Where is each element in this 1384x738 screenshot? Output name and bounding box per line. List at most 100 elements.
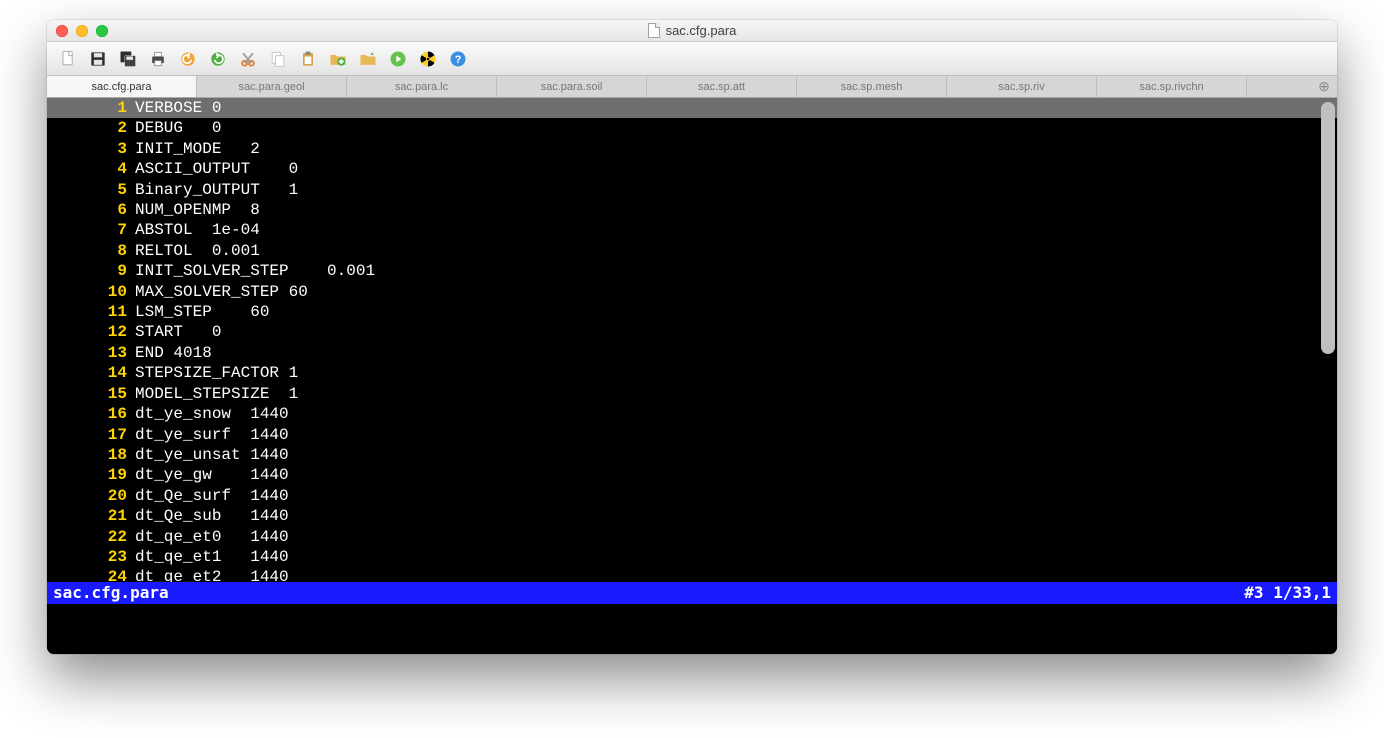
svg-text:?: ? (455, 54, 462, 66)
code-line[interactable]: 11LSM_STEP 60 (47, 302, 1337, 322)
code-area[interactable]: 1VERBOSE 02DEBUG 03INIT_MODE 24ASCII_OUT… (47, 98, 1337, 582)
code-line[interactable]: 12START 0 (47, 322, 1337, 342)
tab-sac-para-lc[interactable]: sac.para.lc (347, 76, 497, 97)
undo-icon[interactable] (175, 46, 201, 72)
tab-sac-para-geol[interactable]: sac.para.geol (197, 76, 347, 97)
code-line[interactable]: 18dt_ye_unsat 1440 (47, 445, 1337, 465)
editor: 1VERBOSE 02DEBUG 03INIT_MODE 24ASCII_OUT… (47, 98, 1337, 654)
tab-sac-cfg-para[interactable]: sac.cfg.para (47, 76, 197, 97)
titlebar[interactable]: sac.cfg.para (47, 20, 1337, 42)
code-line[interactable]: 13END 4018 (47, 343, 1337, 363)
code-line[interactable]: 21dt_Qe_sub 1440 (47, 506, 1337, 526)
line-text: dt_qe_et1 1440 (135, 547, 289, 567)
line-text: RELTOL 0.001 (135, 241, 260, 261)
new-tab-button[interactable]: ⊕ (1311, 76, 1337, 97)
code-line[interactable]: 23dt_qe_et1 1440 (47, 547, 1337, 567)
line-number: 4 (47, 159, 135, 179)
line-number: 3 (47, 139, 135, 159)
line-text: dt_qe_et0 1440 (135, 527, 289, 547)
line-text: NUM_OPENMP 8 (135, 200, 260, 220)
save-all-icon[interactable] (115, 46, 141, 72)
line-number: 12 (47, 322, 135, 342)
code-line[interactable]: 16dt_ye_snow 1440 (47, 404, 1337, 424)
new-folder-icon[interactable] (355, 46, 381, 72)
line-number: 21 (47, 506, 135, 526)
redo-icon[interactable] (205, 46, 231, 72)
code-line[interactable]: 5Binary_OUTPUT 1 (47, 180, 1337, 200)
tab-sac-para-soil[interactable]: sac.para.soil (497, 76, 647, 97)
window-title: sac.cfg.para (47, 23, 1337, 38)
line-number: 18 (47, 445, 135, 465)
print-icon[interactable] (145, 46, 171, 72)
code-line[interactable]: 20dt_Qe_surf 1440 (47, 486, 1337, 506)
line-text: VERBOSE 0 (135, 98, 221, 118)
line-text: ABSTOL 1e-04 (135, 220, 260, 240)
code-line[interactable]: 22dt_qe_et0 1440 (47, 527, 1337, 547)
line-text: dt_Qe_sub 1440 (135, 506, 289, 526)
line-number: 10 (47, 282, 135, 302)
code-line[interactable]: 7ABSTOL 1e-04 (47, 220, 1337, 240)
line-number: 6 (47, 200, 135, 220)
tab-sac-sp-mesh[interactable]: sac.sp.mesh (797, 76, 947, 97)
line-text: MODEL_STEPSIZE 1 (135, 384, 298, 404)
line-number: 24 (47, 567, 135, 582)
line-text: END 4018 (135, 343, 212, 363)
scroll-thumb[interactable] (1321, 102, 1335, 354)
tab-strip: sac.cfg.parasac.para.geolsac.para.lcsac.… (47, 76, 1337, 98)
line-text: MAX_SOLVER_STEP 60 (135, 282, 308, 302)
code-line[interactable]: 6NUM_OPENMP 8 (47, 200, 1337, 220)
tab-sac-sp-rivchn[interactable]: sac.sp.rivchn (1097, 76, 1247, 97)
line-number: 17 (47, 425, 135, 445)
line-text: INIT_MODE 2 (135, 139, 260, 159)
line-number: 2 (47, 118, 135, 138)
code-line[interactable]: 14STEPSIZE_FACTOR 1 (47, 363, 1337, 383)
code-line[interactable]: 3INIT_MODE 2 (47, 139, 1337, 159)
code-line[interactable]: 10MAX_SOLVER_STEP 60 (47, 282, 1337, 302)
minimize-icon[interactable] (76, 25, 88, 37)
status-position: #3 1/33,1 (1244, 583, 1331, 603)
radiation-icon[interactable] (415, 46, 441, 72)
copy-icon[interactable] (265, 46, 291, 72)
code-line[interactable]: 4ASCII_OUTPUT 0 (47, 159, 1337, 179)
line-number: 9 (47, 261, 135, 281)
code-line[interactable]: 1VERBOSE 0 (47, 98, 1337, 118)
save-icon[interactable] (85, 46, 111, 72)
line-text: STEPSIZE_FACTOR 1 (135, 363, 298, 383)
line-text: LSM_STEP 60 (135, 302, 269, 322)
paste-icon[interactable] (295, 46, 321, 72)
line-text: DEBUG 0 (135, 118, 221, 138)
code-line[interactable]: 8RELTOL 0.001 (47, 241, 1337, 261)
line-text: dt_ye_gw 1440 (135, 465, 289, 485)
window-controls (47, 25, 108, 37)
close-icon[interactable] (56, 25, 68, 37)
line-number: 11 (47, 302, 135, 322)
tab-sac-sp-riv[interactable]: sac.sp.riv (947, 76, 1097, 97)
code-line[interactable]: 9INIT_SOLVER_STEP 0.001 (47, 261, 1337, 281)
run-icon[interactable] (385, 46, 411, 72)
line-number: 22 (47, 527, 135, 547)
code-line[interactable]: 2DEBUG 0 (47, 118, 1337, 138)
line-number: 7 (47, 220, 135, 240)
cut-icon[interactable] (235, 46, 261, 72)
open-folder-icon[interactable] (325, 46, 351, 72)
code-line[interactable]: 19dt_ye_gw 1440 (47, 465, 1337, 485)
tab-sac-sp-att[interactable]: sac.sp.att (647, 76, 797, 97)
code-line[interactable]: 15MODEL_STEPSIZE 1 (47, 384, 1337, 404)
line-text: dt_ye_unsat 1440 (135, 445, 289, 465)
vertical-scrollbar[interactable] (1321, 102, 1335, 560)
new-file-icon[interactable] (55, 46, 81, 72)
zoom-icon[interactable] (96, 25, 108, 37)
line-number: 5 (47, 180, 135, 200)
line-number: 19 (47, 465, 135, 485)
line-text: dt_ye_snow 1440 (135, 404, 289, 424)
line-number: 1 (47, 98, 135, 118)
code-line[interactable]: 17dt_ye_surf 1440 (47, 425, 1337, 445)
status-filename: sac.cfg.para (53, 583, 169, 603)
editor-empty-area (47, 604, 1337, 654)
line-number: 8 (47, 241, 135, 261)
line-text: dt_ye_surf 1440 (135, 425, 289, 445)
code-line[interactable]: 24dt_qe_et2 1440 (47, 567, 1337, 582)
help-icon[interactable]: ? (445, 46, 471, 72)
line-text: dt_qe_et2 1440 (135, 567, 289, 582)
window-title-text: sac.cfg.para (666, 23, 737, 38)
